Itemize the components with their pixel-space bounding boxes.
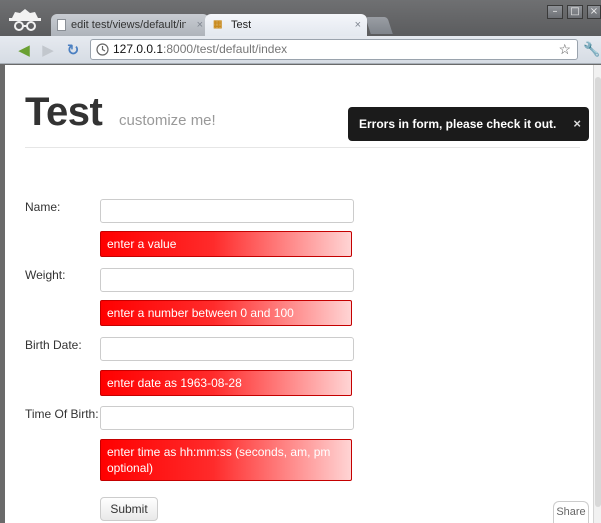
header-divider — [25, 147, 580, 148]
incognito-icon — [9, 9, 41, 31]
close-window-button[interactable]: × — [587, 5, 601, 19]
address-bar[interactable]: 127.0.0.1:8000/test/default/index ☆ — [90, 39, 578, 60]
browser-titlebar: edit test/views/default/inde × ▦ Test × … — [0, 0, 601, 36]
weight-error: enter a number between 0 and 100 — [100, 300, 352, 326]
back-arrow-icon[interactable]: ◀ — [14, 40, 34, 60]
url-path: :8000/test/default/index — [163, 42, 288, 56]
scrollbar-thumb[interactable] — [595, 77, 601, 507]
flash-close-icon[interactable]: × — [573, 107, 581, 141]
forward-arrow-icon[interactable]: ▶ — [38, 40, 58, 60]
weight-input[interactable] — [100, 268, 354, 292]
browser-toolbar: ◀ ▶ ↻ 127.0.0.1:8000/test/default/index … — [0, 36, 601, 64]
bookmark-star-icon[interactable]: ☆ — [558, 40, 571, 59]
reload-icon[interactable]: ↻ — [63, 40, 83, 60]
tab-test[interactable]: ▦ Test × — [205, 14, 367, 36]
globe-icon — [96, 43, 109, 56]
page-viewport: Test customize me! Errors in form, pleas… — [5, 65, 593, 523]
submit-button[interactable]: Submit — [100, 497, 158, 521]
birth-date-label: Birth Date: — [25, 338, 82, 352]
tab-title: edit test/views/default/inde — [71, 19, 186, 31]
url-host: 127.0.0.1 — [113, 42, 164, 56]
weight-label: Weight: — [25, 268, 66, 282]
minimize-button[interactable]: – — [547, 5, 563, 19]
name-input[interactable] — [100, 199, 354, 223]
tab-edit-view[interactable]: edit test/views/default/inde × — [51, 14, 209, 36]
tab-close-icon[interactable]: × — [355, 14, 361, 36]
new-tab-button[interactable] — [365, 17, 393, 34]
flash-text: Errors in form, please check it out. — [359, 117, 557, 131]
wrench-menu-icon[interactable]: 🔧 — [583, 42, 600, 58]
tab-title: Test — [231, 19, 252, 31]
page-subtitle: customize me! — [119, 112, 216, 129]
name-error: enter a value — [100, 231, 352, 257]
time-of-birth-input[interactable] — [100, 406, 354, 430]
tab-close-icon[interactable]: × — [197, 14, 203, 36]
address-url: 127.0.0.1:8000/test/default/index — [113, 40, 287, 59]
web2py-favicon-icon: ▦ — [213, 19, 223, 30]
birth-date-input[interactable] — [100, 337, 354, 361]
maximize-button[interactable]: □ — [567, 5, 583, 19]
name-label: Name: — [25, 200, 61, 214]
document-icon — [57, 19, 66, 31]
page-title: Test — [25, 90, 103, 134]
flash-error-message: Errors in form, please check it out. × — [348, 107, 589, 141]
vertical-scrollbar[interactable] — [593, 65, 601, 523]
share-button[interactable]: Share — [553, 501, 589, 523]
time-of-birth-label: Time Of Birth: — [25, 407, 99, 421]
birth-date-error: enter date as 1963-08-28 — [100, 370, 352, 396]
time-of-birth-error: enter time as hh:mm:ss (seconds, am, pm … — [100, 439, 352, 481]
